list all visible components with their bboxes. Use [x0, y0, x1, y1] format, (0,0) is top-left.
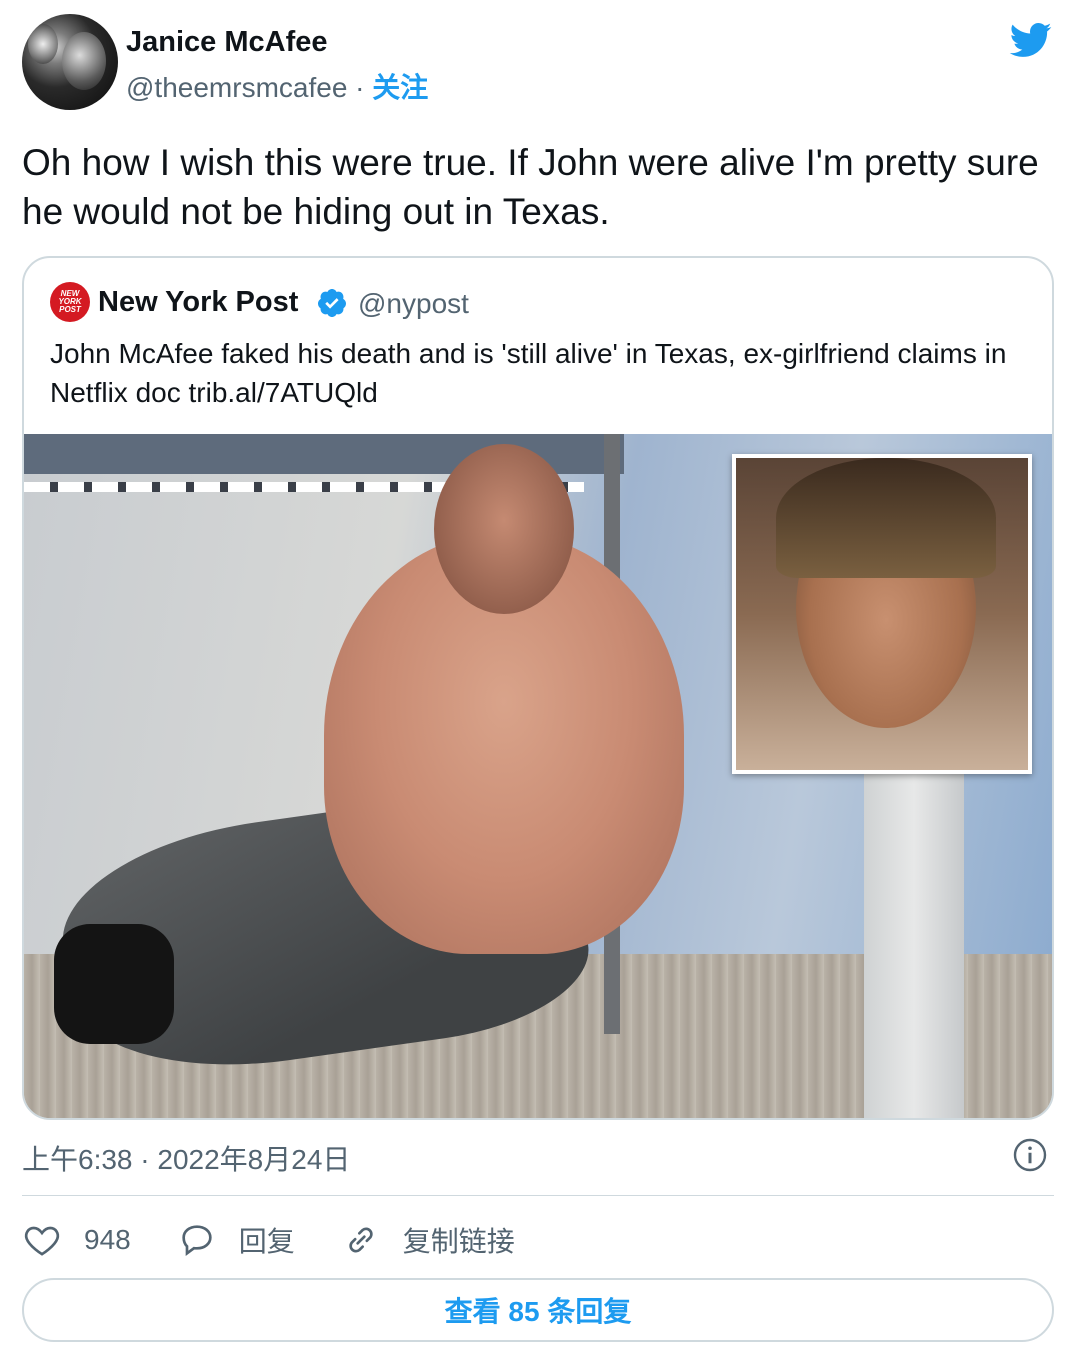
tweet-actions: 948 回复 复制链接	[22, 1216, 561, 1264]
author-display-name[interactable]: Janice McAfee	[126, 26, 328, 59]
inset-portrait-photo	[732, 454, 1032, 774]
quoted-display-name: New York Post	[98, 286, 299, 318]
reply-button[interactable]: 回复	[177, 1220, 295, 1260]
quoted-media-photo[interactable]	[24, 434, 1052, 1118]
author-handle-row: @theemrsmcafee · 关注	[126, 66, 428, 106]
quoted-handle: @nypost	[358, 288, 469, 319]
handle-separator: ·	[355, 72, 365, 103]
tweet-timestamp[interactable]: 上午6:38 · 2022年8月24日	[22, 1138, 350, 1178]
like-button[interactable]: 948	[22, 1220, 131, 1260]
author-avatar[interactable]	[22, 14, 118, 110]
quoted-text: John McAfee faked his death and is 'stil…	[50, 338, 1007, 408]
author-handle[interactable]: @theemrsmcafee	[126, 72, 347, 103]
copy-link-button[interactable]: 复制链接	[341, 1220, 515, 1260]
heart-icon	[24, 1226, 60, 1256]
copy-link-label: 复制链接	[402, 1226, 515, 1257]
divider	[22, 1195, 1054, 1196]
twitter-bird-icon[interactable]	[1004, 18, 1056, 62]
view-replies-button[interactable]: 查看 85 条回复	[22, 1278, 1054, 1342]
tweet-text: Oh how I wish this were true. If John we…	[22, 142, 1039, 232]
speech-bubble-icon	[182, 1225, 212, 1256]
nypost-logo-icon: NEW YORK POST	[50, 282, 90, 322]
reply-label: 回复	[238, 1226, 295, 1257]
follow-link[interactable]: 关注	[372, 72, 428, 103]
quoted-tweet-card[interactable]: NEW YORK POST New York Post @nypost John…	[22, 256, 1054, 1120]
link-icon	[349, 1227, 373, 1253]
verified-badge-icon	[317, 289, 346, 317]
tweet: Janice McAfee @theemrsmcafee · 关注 Oh how…	[0, 0, 1076, 1366]
like-count: 948	[84, 1224, 131, 1255]
info-icon[interactable]	[1012, 1137, 1048, 1173]
